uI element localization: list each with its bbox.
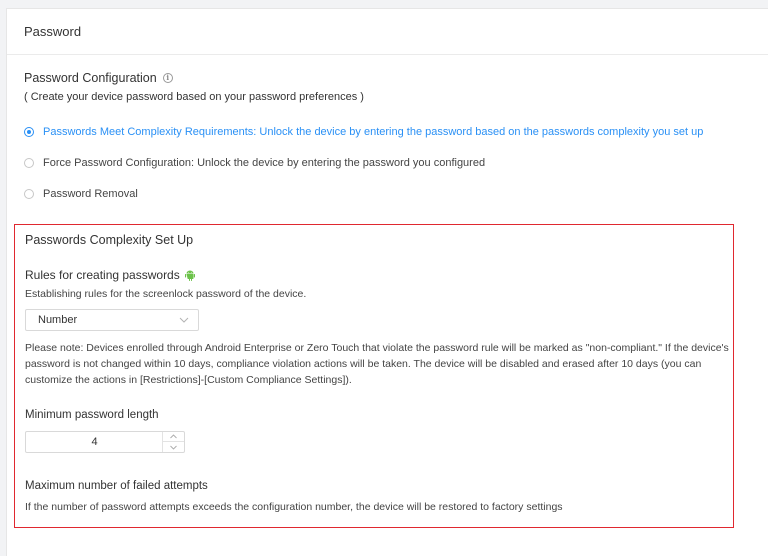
min-length-label: Minimum password length (25, 409, 159, 421)
radio-button[interactable] (24, 158, 34, 168)
password-config-title: Password Configuration i (24, 71, 173, 85)
compliance-note: Please note: Devices enrolled through An… (25, 342, 729, 386)
password-config-title-text: Password Configuration (24, 71, 157, 85)
complexity-setup-panel: Passwords Complexity Set Up Rules for cr… (14, 224, 734, 528)
increment-button[interactable] (163, 432, 184, 442)
min-length-stepper[interactable]: 4 (25, 431, 185, 453)
radio-option-force-password[interactable]: Force Password Configuration: Unlock the… (24, 157, 485, 169)
min-length-value[interactable]: 4 (26, 432, 163, 452)
card-header: Password (7, 9, 768, 55)
chevron-down-icon[interactable] (170, 445, 177, 450)
max-failed-label: Maximum number of failed attempts (25, 480, 208, 492)
rules-label-text: Rules for creating passwords (25, 268, 180, 282)
max-failed-description: If the number of password attempts excee… (25, 501, 563, 513)
radio-button-checked[interactable] (24, 127, 34, 137)
rules-description: Establishing rules for the screenlock pa… (25, 288, 307, 300)
decrement-button[interactable] (163, 442, 184, 452)
android-icon (184, 270, 195, 281)
page-title: Password (24, 24, 82, 39)
chevron-up-icon[interactable] (170, 434, 177, 439)
radio-label[interactable]: Passwords Meet Complexity Requirements: … (43, 126, 703, 138)
radio-label[interactable]: Force Password Configuration: Unlock the… (43, 157, 485, 169)
chevron-down-icon[interactable] (179, 316, 189, 324)
complexity-title: Passwords Complexity Set Up (25, 233, 194, 247)
radio-label[interactable]: Password Removal (43, 188, 138, 200)
radio-option-complexity[interactable]: Passwords Meet Complexity Requirements: … (24, 126, 703, 138)
password-config-subtitle: ( Create your device password based on y… (24, 91, 364, 103)
rule-type-value[interactable]: Number (38, 314, 77, 326)
rule-type-select[interactable]: Number (25, 309, 199, 331)
info-icon[interactable]: i (162, 73, 173, 83)
stepper-buttons (162, 432, 184, 452)
radio-option-password-removal[interactable]: Password Removal (24, 188, 138, 200)
radio-button[interactable] (24, 189, 34, 199)
rules-label: Rules for creating passwords (25, 268, 195, 282)
